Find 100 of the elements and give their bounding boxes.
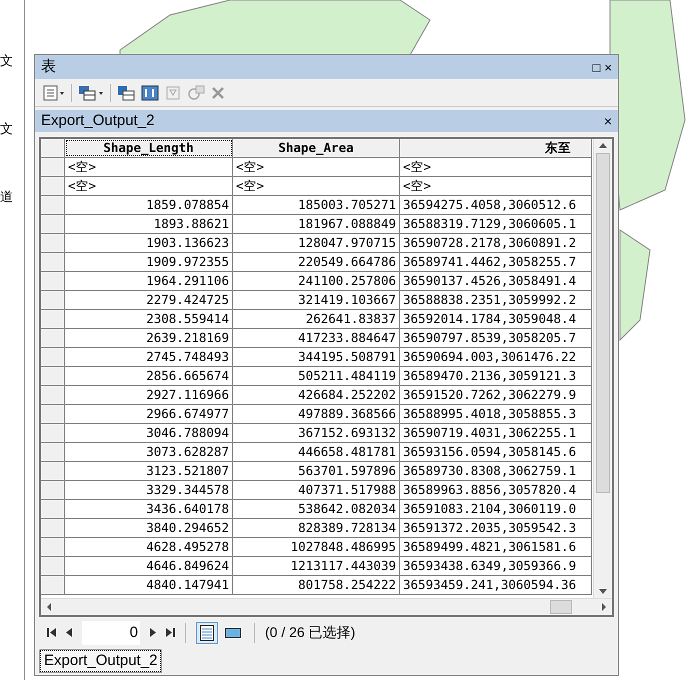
table-cell: 1859.078854 xyxy=(146,197,229,212)
table-cell: 36593438.6349,3059366.9 xyxy=(403,558,576,573)
table-cell: 36588838.2351,3059992.2 xyxy=(403,292,576,307)
selected-view-icon xyxy=(225,628,241,638)
close-table-button[interactable]: × xyxy=(604,110,612,132)
row-header[interactable] xyxy=(41,196,65,214)
table-cell: 36591083.2104,3060119.0 xyxy=(403,501,576,516)
row-header[interactable] xyxy=(41,386,65,404)
row-header[interactable] xyxy=(41,576,65,594)
show-all-records-button[interactable] xyxy=(196,622,218,644)
table-cell: 3840.294652 xyxy=(146,520,229,535)
record-field[interactable]: 0 xyxy=(82,620,140,644)
table-cell: 36590728.2178,3060891.2 xyxy=(403,235,576,250)
row-header[interactable] xyxy=(41,367,65,385)
row-header[interactable] xyxy=(41,481,65,499)
scroll-right-icon[interactable] xyxy=(600,602,608,612)
row-header[interactable] xyxy=(41,310,65,328)
previous-record-icon[interactable] xyxy=(66,628,72,637)
table-cell: 407371.517988 xyxy=(298,482,396,497)
scroll-thumb[interactable] xyxy=(596,153,610,493)
last-record-icon[interactable] xyxy=(166,628,175,637)
table-cell: 36589730.8308,3062759.1 xyxy=(403,463,576,478)
table-cell: 1213117.443039 xyxy=(290,558,396,573)
column-header[interactable]: 东至 xyxy=(545,140,571,155)
table-cell: 1903.136623 xyxy=(146,235,229,250)
row-header[interactable] xyxy=(41,234,65,252)
row-header[interactable] xyxy=(41,538,65,556)
delete-icon[interactable] xyxy=(211,86,225,100)
row-header[interactable] xyxy=(41,443,65,461)
table-cell: 2639.218169 xyxy=(146,330,229,345)
table-cell: 36593459.241,3060594.36 xyxy=(403,577,576,592)
selection-count: (0 / 26 已选择) xyxy=(265,623,356,642)
table-cell: 181967.088849 xyxy=(298,216,396,231)
row-header[interactable] xyxy=(41,500,65,518)
row-header[interactable] xyxy=(41,329,65,347)
row-header[interactable] xyxy=(41,462,65,480)
scroll-thumb[interactable] xyxy=(550,600,572,614)
table-cell: 417233.884647 xyxy=(298,330,396,345)
table-cell: 321419.103667 xyxy=(298,292,396,307)
table-cell: 36593156.0594,3058145.6 xyxy=(403,444,576,459)
table-cell: 2927.116966 xyxy=(146,387,229,402)
table-tab[interactable]: Export_Output_2 xyxy=(39,648,162,673)
cut-off-label: 文 xyxy=(0,120,13,138)
horizontal-scrollbar[interactable] xyxy=(41,598,612,614)
row-header[interactable] xyxy=(41,272,65,290)
table-cell: <空> xyxy=(403,178,432,193)
table-cell: 36589470.2136,3059121.3 xyxy=(403,368,576,383)
table-cell: 497889.368566 xyxy=(298,406,396,421)
table-cell: 3046.788094 xyxy=(146,425,229,440)
row-header[interactable] xyxy=(41,424,65,442)
corner-cell[interactable] xyxy=(41,139,65,157)
table-cell: 2966.674977 xyxy=(146,406,229,421)
select-by-attributes-icon[interactable] xyxy=(117,84,135,100)
first-record-icon[interactable] xyxy=(47,628,56,637)
table-cell: 36590797.8539,3058205.7 xyxy=(403,330,576,345)
vertical-scrollbar[interactable] xyxy=(593,139,612,598)
table-cell: 185003.705271 xyxy=(298,197,396,212)
scroll-left-icon[interactable] xyxy=(45,602,53,612)
table-cell: 828389.728134 xyxy=(298,520,396,535)
table-cell: 505211.484119 xyxy=(298,368,396,383)
related-tables-icon[interactable] xyxy=(78,84,104,100)
row-header[interactable] xyxy=(41,158,65,176)
row-header[interactable] xyxy=(41,291,65,309)
table-cell: 36590137.4526,3058491.4 xyxy=(403,273,576,288)
row-header[interactable] xyxy=(41,253,65,271)
table-cell: 426684.252202 xyxy=(298,387,396,402)
maximize-button[interactable]: □ xyxy=(592,60,600,74)
row-header[interactable] xyxy=(41,215,65,233)
table-cell: 36590694.003,3061476.22 xyxy=(403,349,576,364)
table-cell: 36591520.7262,3062279.9 xyxy=(403,387,576,402)
table-cell: 128047.970715 xyxy=(298,235,396,250)
row-header[interactable] xyxy=(41,405,65,423)
table-cell: 36590719.4031,3062255.1 xyxy=(403,425,576,440)
table-cell: 36592014.1784,3059048.4 xyxy=(403,311,576,326)
table-cell: 1909.972355 xyxy=(146,254,229,269)
table-cell: 4628.495278 xyxy=(146,539,229,554)
table-name: Export_Output_2 xyxy=(41,110,154,131)
close-button[interactable]: × xyxy=(604,60,612,74)
table-cell: 1964.291106 xyxy=(146,273,229,288)
table-cell: 36591372.2035,3059542.3 xyxy=(403,520,576,535)
table-cell: 3073.628287 xyxy=(146,444,229,459)
row-header[interactable] xyxy=(41,177,65,195)
row-header[interactable] xyxy=(41,557,65,575)
table-cell: 36589499.4821,3061581.6 xyxy=(403,539,576,554)
table-cell: <空> xyxy=(236,159,264,174)
table-options-icon[interactable] xyxy=(43,84,65,100)
table-cell: 446658.481781 xyxy=(298,444,396,459)
table-cell: 2856.665674 xyxy=(146,368,229,383)
table-cell: 36589963.8856,3057820.4 xyxy=(403,482,576,497)
table-cell: <空> xyxy=(68,178,96,193)
table-cell: 241100.257806 xyxy=(298,273,396,288)
next-record-icon[interactable] xyxy=(150,628,156,637)
table-cell: <空> xyxy=(68,159,96,174)
table-cell: 4840.147941 xyxy=(146,577,229,592)
table-cell: 36589741.4462,3058255.7 xyxy=(403,254,576,269)
table-cell: 36594275.4058,3060512.6 xyxy=(403,197,576,212)
row-header[interactable] xyxy=(41,519,65,537)
table-cell: 4646.849624 xyxy=(146,558,229,573)
row-header[interactable] xyxy=(41,348,65,366)
table-cell: 367152.693132 xyxy=(298,425,396,440)
